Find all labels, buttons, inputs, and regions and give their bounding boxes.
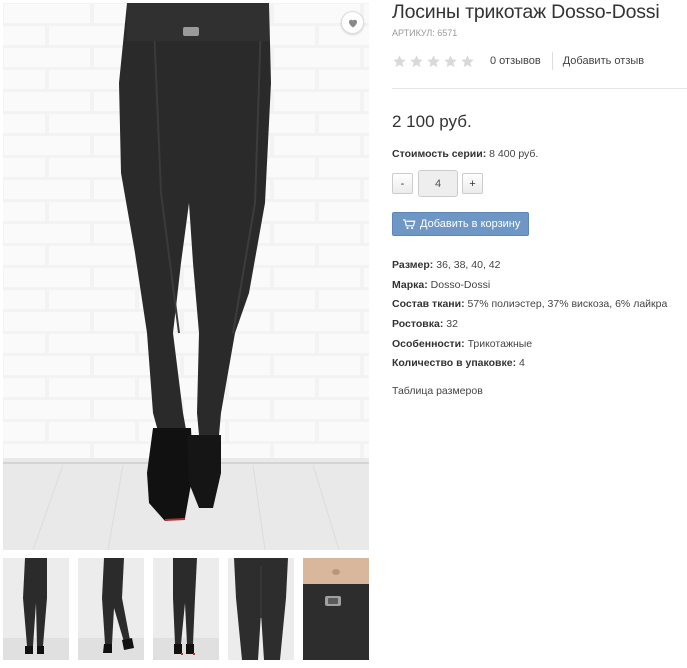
property-row: Состав ткани: 57% полиэстер, 37% вискоза… — [392, 297, 667, 317]
thumbnail-image — [78, 558, 144, 660]
quantity-increase-button[interactable]: + — [462, 173, 483, 194]
thumbnail-2[interactable] — [78, 558, 144, 660]
property-label: Состав ткани: — [392, 298, 465, 311]
property-row: Размер: 36, 38, 40, 42 — [392, 258, 667, 278]
thumbnail-5[interactable] — [303, 558, 369, 660]
thumbnail-1[interactable] — [3, 558, 69, 660]
property-label: Количество в упаковке: — [392, 357, 517, 370]
series-price-value: 8 400 руб. — [489, 148, 539, 160]
sku-label: АРТИКУЛ: — [392, 28, 435, 38]
star-icon[interactable] — [392, 54, 407, 69]
star-icon[interactable] — [460, 54, 475, 69]
star-icon[interactable] — [426, 54, 441, 69]
product-price: 2 100 руб. — [392, 112, 472, 131]
product-title: Лосины трикотаж Dosso-Dossi — [392, 1, 660, 23]
star-icon[interactable] — [409, 54, 424, 69]
property-value: 57% полиэстер, 37% вискоза, 6% лайкра — [467, 298, 668, 311]
property-value: Трикотажные — [467, 337, 533, 350]
cart-icon — [403, 218, 416, 229]
divider — [392, 88, 687, 89]
series-price-label: Стоимость серии: — [392, 148, 487, 160]
wishlist-button[interactable] — [341, 11, 364, 34]
property-row: Количество в упаковке: 4 — [392, 356, 667, 376]
property-value: 32 — [446, 318, 458, 331]
sku-value: 6571 — [437, 28, 458, 38]
property-label: Размер: — [392, 259, 434, 271]
property-label: Марка: — [392, 278, 428, 291]
property-value: 36, 38, 40, 42 — [436, 259, 501, 271]
property-row: Марка: Dosso-Dossi — [392, 278, 667, 298]
product-sku: АРТИКУЛ: 6571 — [392, 28, 457, 38]
heart-icon — [348, 19, 357, 27]
thumbnail-image — [228, 558, 294, 660]
rating-bar: 0 отзывов Добавить отзыв — [392, 52, 644, 70]
property-row: Ростовка: 32 — [392, 317, 667, 337]
series-price: Стоимость серии: 8 400 руб. — [392, 148, 538, 160]
thumbnail-image — [3, 558, 69, 660]
property-value: Dosso-Dossi — [430, 278, 491, 291]
thumbnail-gallery — [3, 558, 370, 660]
property-value: 4 — [519, 357, 525, 370]
size-table-link[interactable]: Таблица размеров — [392, 385, 483, 397]
product-photo-image — [3, 3, 369, 550]
product-properties: Размер: 36, 38, 40, 42 Марка: Dosso-Dossi… — [392, 258, 667, 376]
thumbnail-3[interactable] — [153, 558, 219, 660]
thumbnail-4[interactable] — [228, 558, 294, 660]
thumbnail-image — [153, 558, 219, 660]
main-product-photo[interactable] — [3, 3, 369, 550]
rating-separator — [551, 52, 553, 70]
add-to-cart-label: Добавить в корзину — [420, 218, 521, 230]
quantity-stepper: - + — [392, 170, 483, 197]
quantity-decrease-button[interactable]: - — [392, 173, 413, 194]
add-to-cart-button[interactable]: Добавить в корзину — [392, 212, 529, 236]
property-row: Особенности: Трикотажные — [392, 337, 667, 357]
reviews-count-link[interactable]: 0 отзывов — [490, 55, 541, 67]
add-review-link[interactable]: Добавить отзыв — [563, 55, 644, 67]
property-label: Особенности: — [392, 337, 465, 350]
property-label: Ростовка: — [392, 318, 444, 331]
star-icon[interactable] — [443, 54, 458, 69]
thumbnail-image — [303, 558, 369, 660]
rating-stars[interactable] — [392, 54, 475, 69]
quantity-input[interactable] — [418, 170, 458, 197]
